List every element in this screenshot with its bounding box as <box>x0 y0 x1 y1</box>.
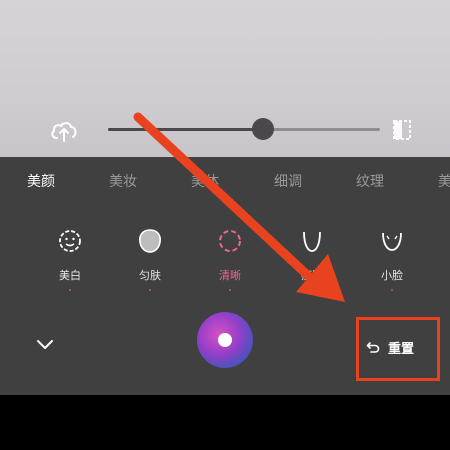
clarity-icon <box>219 230 241 252</box>
tab-beauty[interactable]: 美颜 <box>27 171 55 191</box>
tool-indicator-dot <box>149 289 151 291</box>
compare-icon <box>393 120 411 140</box>
tool-indicator-dot <box>391 289 393 291</box>
apply-button[interactable] <box>197 312 253 368</box>
undo-icon <box>366 342 380 353</box>
tool-clarity[interactable]: 清晰 <box>200 227 260 291</box>
category-tabs: 美颜 美妆 美体 细调 纹理 美 <box>0 157 450 201</box>
reset-button[interactable]: 重置 <box>356 317 440 381</box>
tool-slim-face[interactable]: 瘦脸 <box>282 227 342 291</box>
tool-whiten[interactable]: 美白 <box>40 227 100 291</box>
tool-indicator-dot <box>229 289 231 291</box>
tool-label: 瘦脸 <box>301 269 323 282</box>
bottom-bar <box>0 395 450 450</box>
tool-even-skin[interactable]: 匀肤 <box>120 227 180 291</box>
even-skin-icon <box>139 229 161 253</box>
tab-more[interactable]: 美 <box>438 171 450 191</box>
face-whiten-icon <box>59 230 81 252</box>
tool-label: 清晰 <box>219 269 241 282</box>
collapse-button[interactable] <box>32 333 58 355</box>
tool-small-face[interactable]: 小脸 <box>362 227 422 291</box>
beauty-panel: 美颜 美妆 美体 细调 纹理 美 美白 匀肤 清晰 瘦脸 小脸 重置 <box>0 157 450 395</box>
reset-label: 重置 <box>388 341 415 357</box>
slim-face-icon <box>303 231 321 252</box>
tool-label: 美白 <box>59 269 81 282</box>
tool-row: 美白 匀肤 清晰 瘦脸 小脸 <box>0 227 450 307</box>
tab-texture[interactable]: 纹理 <box>356 171 384 191</box>
chevron-down-icon <box>37 340 53 349</box>
compare-button[interactable] <box>390 116 416 144</box>
intensity-slider[interactable] <box>108 128 380 131</box>
tab-fine-tune[interactable]: 细调 <box>274 171 302 191</box>
apply-button-core <box>218 333 232 347</box>
tab-makeup[interactable]: 美妆 <box>109 171 137 191</box>
slider-fill <box>108 128 264 131</box>
cloud-upload-icon <box>51 122 77 142</box>
upload-button[interactable] <box>48 116 80 144</box>
tool-indicator-dot <box>69 289 71 291</box>
tool-indicator-dot <box>311 289 313 291</box>
slider-thumb[interactable] <box>252 118 275 140</box>
small-face-icon <box>382 232 402 251</box>
tab-body[interactable]: 美体 <box>191 171 219 191</box>
tool-label: 匀肤 <box>139 269 161 282</box>
tool-label: 小脸 <box>381 269 403 282</box>
